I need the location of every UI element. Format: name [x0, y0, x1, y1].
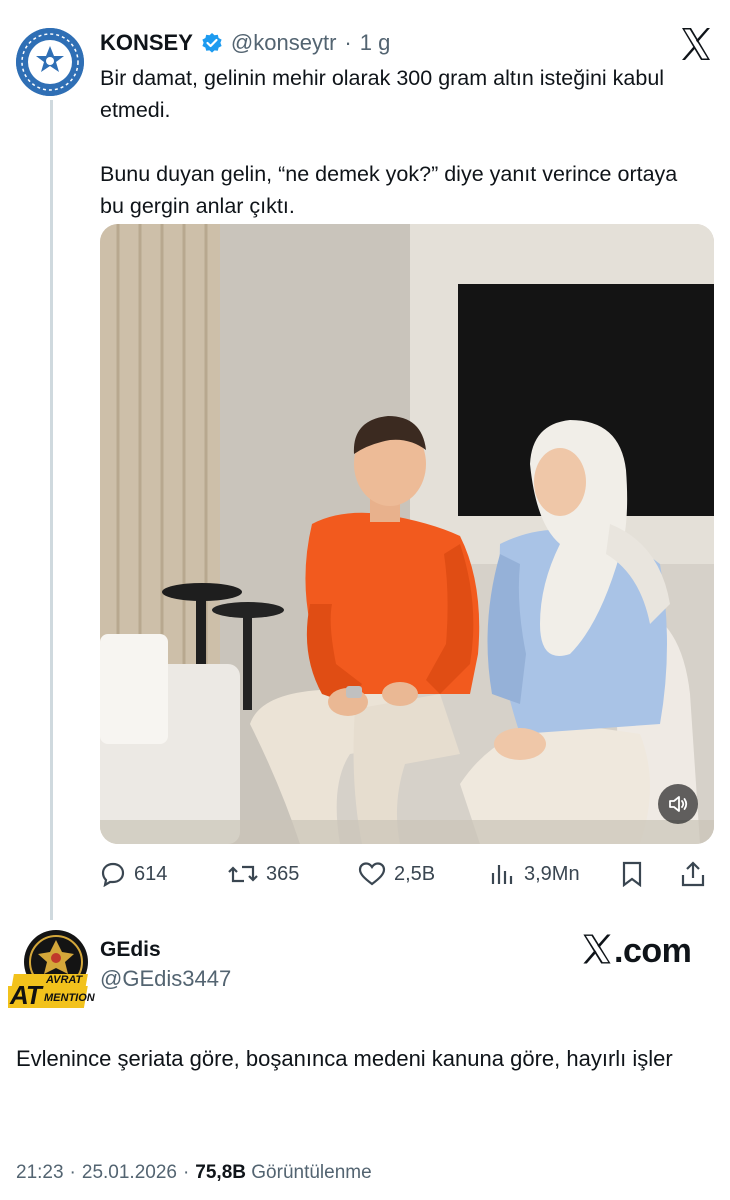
gedis-avatar-label-main: AT [10, 980, 42, 1010]
video-frame-illustration [100, 224, 714, 844]
reply-view-count: 75,8B [195, 1162, 246, 1183]
tweet-video[interactable] [100, 224, 714, 844]
reply-button[interactable]: 614 [100, 856, 167, 892]
reply-meta: 21:23 · 25.01.2026 · 75,8B Görüntülenme [16, 1162, 372, 1184]
tweet-text: Bir damat, gelinin mehir olarak 300 gram… [100, 62, 700, 222]
mute-toggle-button[interactable] [658, 784, 698, 824]
repost-button[interactable]: 365 [228, 856, 299, 892]
tweet-age[interactable]: 1 g [360, 30, 391, 56]
reply-text: Evlenince şeriata göre, boşanınca medeni… [16, 1046, 673, 1071]
reply-author-handle[interactable]: @GEdis3447 [100, 966, 231, 992]
bookmark-icon [622, 861, 642, 887]
reply-date[interactable]: 25.01.2026 [82, 1162, 177, 1184]
like-button[interactable]: 2,5B [358, 856, 435, 892]
reply-view-label: Görüntülenme [251, 1162, 372, 1183]
share-button[interactable] [680, 856, 706, 892]
thread-line [50, 100, 53, 920]
heart-icon [358, 862, 386, 886]
tweet-actions-bar: 614 365 2,5B 3,9Mn [100, 856, 714, 892]
konsey-avatar[interactable] [16, 28, 84, 96]
gedis-avatar-label-top: AVRAT [46, 974, 83, 986]
gedis-avatar-label-bottom: MENTION [44, 992, 95, 1004]
reply-author-name[interactable]: GEdis [100, 938, 161, 962]
bookmark-button[interactable] [620, 856, 644, 892]
verified-badge-icon [201, 32, 223, 54]
view-count: 3,9Mn [524, 862, 580, 885]
meta-separator-2: · [182, 1162, 190, 1183]
repost-count: 365 [266, 862, 300, 885]
separator-dot: · [344, 30, 352, 55]
views-button[interactable]: 3,9Mn [490, 856, 580, 892]
views-bar-chart-icon [491, 865, 513, 884]
tweet-header: KONSEY @konseytr · 1 g [100, 26, 390, 60]
tweet-text-paragraph-1: Bir damat, gelinin mehir olarak 300 gram… [100, 66, 665, 122]
speaker-muted-icon [669, 796, 688, 812]
author-name[interactable]: KONSEY [100, 30, 193, 56]
meta-separator-1: · [69, 1162, 76, 1183]
reply-time[interactable]: 21:23 [16, 1162, 64, 1184]
gedis-avatar[interactable]: AVRAT AT MENTION [0, 928, 100, 1012]
tweet-text-paragraph-2: Bunu duyan gelin, “ne demek yok?” diye y… [100, 162, 678, 218]
author-handle[interactable]: @konseytr [231, 30, 336, 56]
reply-count: 614 [134, 862, 168, 885]
repost-icon [228, 865, 258, 883]
x-com-brand[interactable]: .com [580, 932, 692, 975]
x-logo-icon[interactable] [676, 24, 716, 64]
like-count: 2,5B [394, 862, 436, 885]
share-icon [681, 861, 705, 887]
x-com-suffix: .com [614, 932, 692, 970]
x-brand-logo-icon [580, 932, 614, 975]
konsey-emblem-icon [16, 28, 84, 96]
reply-icon [101, 862, 125, 887]
